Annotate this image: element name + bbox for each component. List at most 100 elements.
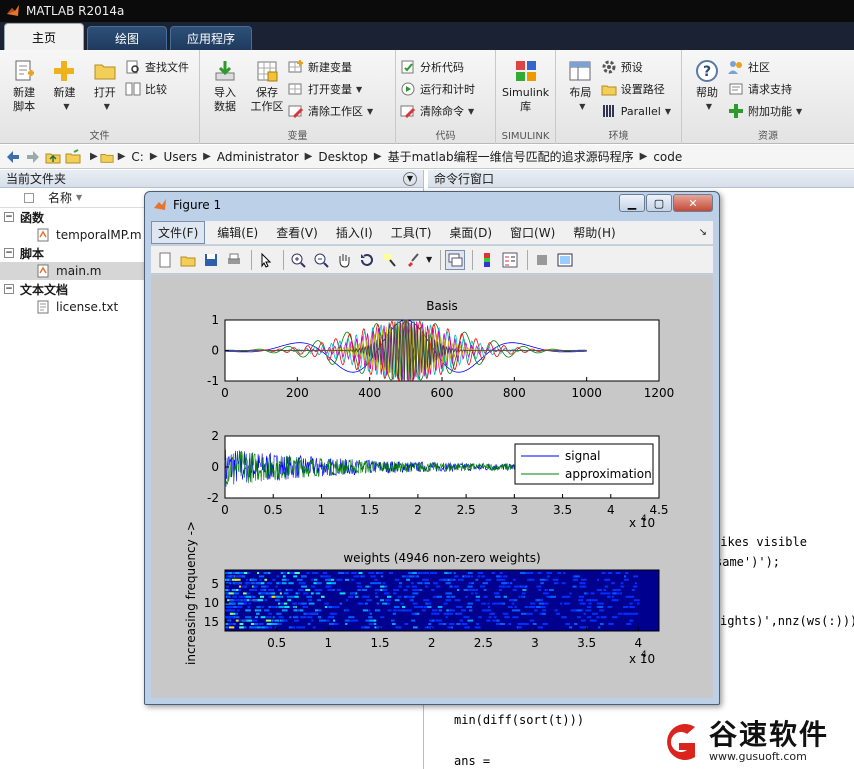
set-path-button[interactable]: 设置路径 bbox=[601, 78, 677, 100]
breadcrumb-code[interactable]: code bbox=[653, 150, 682, 164]
tab-plots[interactable]: 绘图 bbox=[87, 26, 167, 50]
new-variable-button[interactable]: 新建变量 bbox=[288, 56, 379, 78]
weight-cell bbox=[428, 623, 432, 625]
weight-cell bbox=[539, 578, 546, 581]
weight-cell bbox=[259, 578, 262, 581]
weight-cell bbox=[287, 572, 290, 574]
weight-cell bbox=[394, 606, 400, 608]
header-checkbox[interactable] bbox=[24, 192, 34, 203]
brush-button[interactable] bbox=[403, 250, 423, 270]
weight-cell bbox=[500, 623, 505, 625]
menu-dock-icon[interactable]: ↘ bbox=[699, 227, 707, 238]
weight-cell bbox=[604, 585, 609, 588]
data-cursor-button[interactable] bbox=[380, 250, 400, 270]
close-button[interactable]: ✕ bbox=[673, 194, 713, 212]
hide-plot-tools-button[interactable] bbox=[532, 250, 552, 270]
maximize-button[interactable]: ▢ bbox=[646, 194, 672, 212]
weight-cell bbox=[481, 602, 487, 605]
x-tick-label-weights: 1.5 bbox=[370, 636, 389, 650]
breadcrumb-users[interactable]: Users bbox=[164, 150, 198, 164]
weight-cell bbox=[327, 589, 333, 591]
find-files-button[interactable]: 查找文件 bbox=[125, 56, 195, 78]
menu-help[interactable]: 帮助(H) bbox=[567, 222, 621, 243]
weight-cell bbox=[244, 582, 249, 585]
menu-insert[interactable]: 插入(I) bbox=[330, 222, 379, 243]
menu-file[interactable]: 文件(F) bbox=[151, 221, 206, 244]
weight-cell bbox=[431, 589, 435, 591]
weight-cell bbox=[344, 619, 350, 622]
figure-window[interactable]: Figure 1 ▁ ▢ ✕ 文件(F) 编辑(E) 查看(V) 插入(I) 工… bbox=[144, 191, 720, 705]
tab-apps[interactable]: 应用程序 bbox=[170, 26, 253, 50]
new-figure-button[interactable] bbox=[155, 250, 175, 270]
back-button[interactable] bbox=[4, 148, 22, 166]
menu-window[interactable]: 窗口(W) bbox=[504, 222, 561, 243]
weight-cell bbox=[461, 609, 466, 612]
forward-button[interactable] bbox=[24, 148, 42, 166]
browse-folder-button[interactable] bbox=[64, 148, 82, 166]
breadcrumb-drive[interactable]: C: bbox=[131, 150, 143, 164]
legend-button[interactable] bbox=[500, 250, 520, 270]
add-ons-button[interactable]: 附加功能 ▼ bbox=[728, 100, 808, 122]
weight-cell bbox=[438, 609, 443, 612]
parallel-button[interactable]: Parallel ▼ bbox=[601, 100, 677, 122]
breadcrumb-desktop[interactable]: Desktop bbox=[318, 150, 368, 164]
function-file-icon bbox=[37, 228, 49, 242]
weight-cell bbox=[399, 582, 403, 585]
svg-text:?: ? bbox=[703, 64, 711, 80]
up-folder-button[interactable] bbox=[44, 148, 62, 166]
x-tick-label-signal: 2.5 bbox=[457, 503, 476, 517]
edit-plot-button[interactable] bbox=[256, 250, 276, 270]
weight-cell bbox=[412, 589, 416, 591]
breadcrumb-administrator[interactable]: Administrator bbox=[217, 150, 299, 164]
column-name-header[interactable]: 名称 bbox=[48, 189, 72, 206]
compare-button[interactable]: 比较 bbox=[125, 78, 195, 100]
weight-cell bbox=[382, 602, 388, 605]
weight-cell bbox=[314, 578, 318, 581]
brush-dropdown-icon[interactable]: ▼ bbox=[426, 255, 432, 264]
weight-cell bbox=[625, 595, 631, 598]
open-variable-button[interactable]: 打开变量 ▼ bbox=[288, 78, 379, 100]
menu-view[interactable]: 查看(V) bbox=[270, 222, 324, 243]
collapse-icon[interactable]: − bbox=[4, 248, 14, 258]
preferences-button[interactable]: 预设 bbox=[601, 56, 677, 78]
figure-canvas[interactable]: Basis 0 200 400 600 800 1000 1200 -1 0 1 0 0.5 1 1.5 2 2… bbox=[151, 275, 713, 698]
weight-cell bbox=[255, 599, 258, 602]
pan-button[interactable] bbox=[334, 250, 354, 270]
clear-workspace-button[interactable]: 清除工作区 ▼ bbox=[288, 100, 379, 122]
analyze-code-button[interactable]: 分析代码 bbox=[400, 56, 481, 78]
weight-cell bbox=[563, 572, 566, 574]
print-button[interactable] bbox=[224, 250, 244, 270]
weight-cell bbox=[411, 619, 416, 622]
weight-cell bbox=[252, 626, 257, 629]
weight-cell bbox=[302, 606, 308, 608]
zoom-in-button[interactable] bbox=[288, 250, 308, 270]
weight-cell bbox=[382, 589, 388, 591]
weight-cell bbox=[546, 572, 552, 574]
menu-desktop[interactable]: 桌面(D) bbox=[443, 222, 498, 243]
link-plot-button[interactable] bbox=[445, 249, 466, 270]
weight-cell bbox=[522, 589, 527, 591]
weight-cell bbox=[271, 623, 277, 625]
collapse-icon[interactable]: − bbox=[4, 212, 14, 222]
rotate-3d-button[interactable] bbox=[357, 250, 377, 270]
community-button[interactable]: 社区 bbox=[728, 56, 808, 78]
clear-commands-button[interactable]: 清除命令 ▼ bbox=[400, 100, 481, 122]
request-support-button[interactable]: 请求支持 bbox=[728, 78, 808, 100]
tab-home[interactable]: 主页 bbox=[4, 23, 84, 50]
open-file-button[interactable] bbox=[178, 250, 198, 270]
show-plot-tools-button[interactable] bbox=[555, 250, 575, 270]
weight-cell bbox=[345, 572, 349, 574]
menu-edit[interactable]: 编辑(E) bbox=[211, 222, 264, 243]
weight-cell bbox=[260, 616, 266, 619]
collapse-icon[interactable]: − bbox=[4, 284, 14, 294]
weight-cell bbox=[404, 623, 409, 625]
save-figure-button[interactable] bbox=[201, 250, 221, 270]
figure-title-bar[interactable]: Figure 1 ▁ ▢ ✕ bbox=[145, 192, 719, 218]
menu-tools[interactable]: 工具(T) bbox=[385, 222, 438, 243]
panel-menu-button[interactable]: ▼ bbox=[403, 171, 417, 186]
colorbar-button[interactable] bbox=[477, 250, 497, 270]
breadcrumb-project[interactable]: 基于matlab编程一维信号匹配的追求源码程序 bbox=[388, 148, 634, 165]
minimize-button[interactable]: ▁ bbox=[619, 194, 645, 212]
run-and-time-button[interactable]: 运行和计时 bbox=[400, 78, 481, 100]
zoom-out-button[interactable] bbox=[311, 250, 331, 270]
